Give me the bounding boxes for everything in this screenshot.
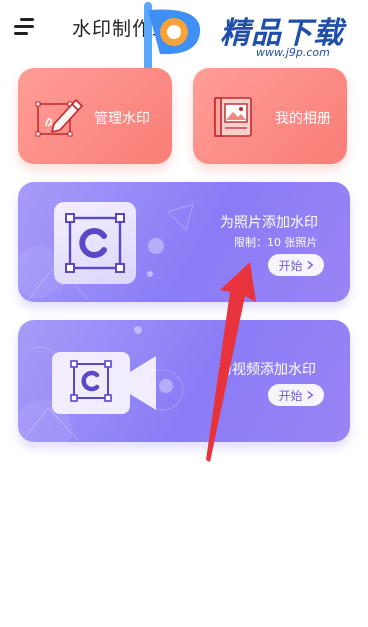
watermark-p-logo-icon <box>144 2 201 70</box>
manage-watermark-card[interactable]: 管理水印 <box>18 68 172 164</box>
photo-start-label: 开始 <box>278 258 303 273</box>
watermark-url: www.j9p.com <box>256 46 330 59</box>
photo-watermark-title: 为照片添加水印 <box>220 215 318 231</box>
my-album-label: 我的相册 <box>275 111 331 127</box>
photo-album-icon <box>214 97 252 137</box>
video-camera-c-icon <box>52 352 156 414</box>
chevron-right-icon <box>306 390 313 400</box>
chevron-right-icon <box>306 260 313 270</box>
video-watermark-card[interactable]: 为视频添加水印 开始 <box>18 320 350 442</box>
edit-certificate-icon <box>35 99 83 137</box>
video-watermark-title: 为视频添加水印 <box>218 362 316 378</box>
copyright-c-icon <box>65 213 125 273</box>
photo-start-button[interactable]: 开始 <box>268 254 324 276</box>
photo-tile <box>54 202 136 284</box>
my-album-card[interactable]: 我的相册 <box>193 68 347 164</box>
manage-watermark-label: 管理水印 <box>94 111 150 127</box>
site-watermark: 精品下载 www.j9p.com <box>140 2 368 70</box>
photo-limit-text: 限制：10 张照片 <box>234 236 318 249</box>
photo-watermark-card[interactable]: 为照片添加水印 限制：10 张照片 开始 <box>18 182 350 302</box>
video-start-button[interactable]: 开始 <box>268 384 324 406</box>
menu-icon[interactable] <box>14 16 36 36</box>
video-start-label: 开始 <box>278 388 303 403</box>
